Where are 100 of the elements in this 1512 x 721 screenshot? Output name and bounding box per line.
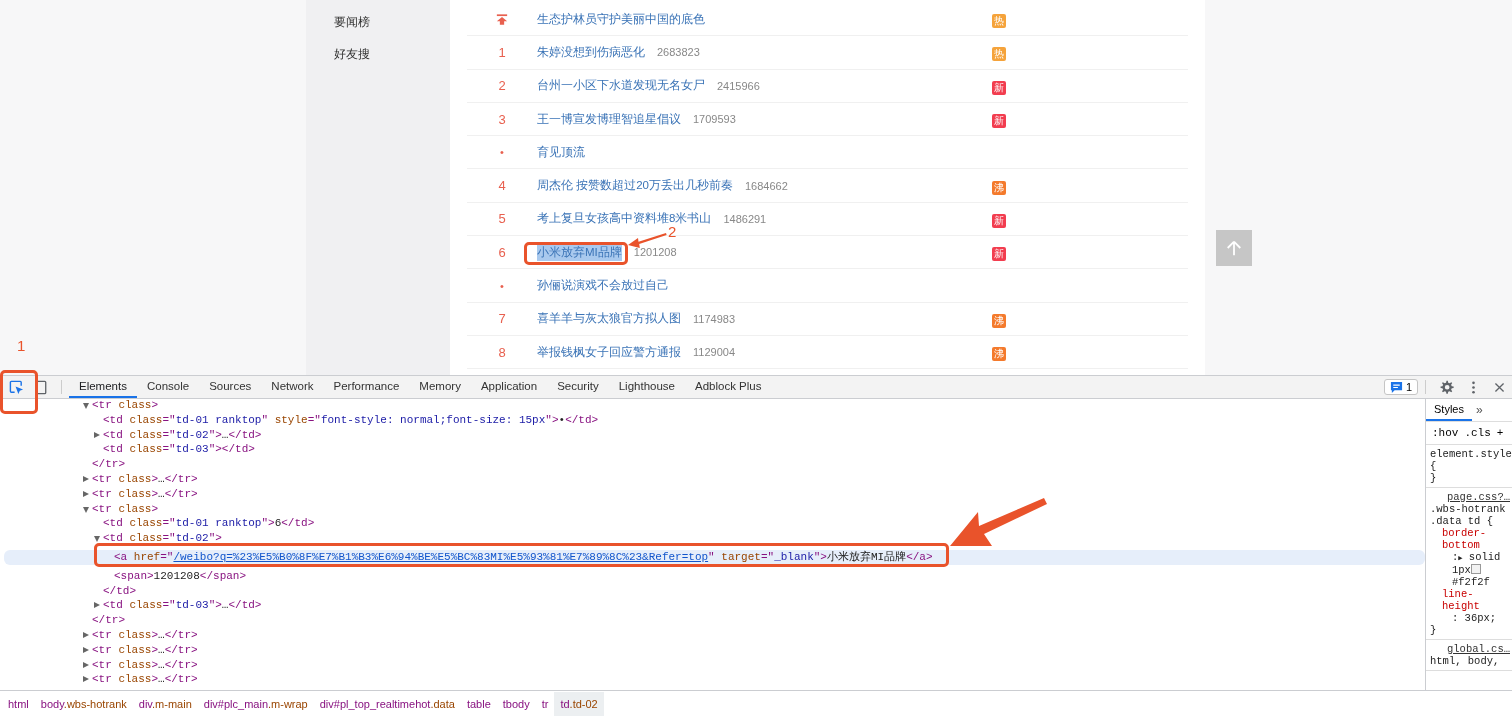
devtools-tab[interactable]: Application bbox=[470, 376, 548, 398]
color-swatch[interactable] bbox=[1470, 564, 1481, 574]
close-icon[interactable] bbox=[1493, 380, 1506, 394]
expand-toggle-icon[interactable] bbox=[83, 506, 89, 513]
css-brace: } bbox=[1430, 624, 1438, 636]
hot-badge: 新 bbox=[992, 80, 1006, 95]
stylesheet-link[interactable]: page.css?… bbox=[1430, 491, 1512, 503]
code-line[interactable]: <tr class>…</tr> bbox=[4, 486, 1425, 502]
rank-number: 4 bbox=[498, 178, 506, 194]
breadcrumb-item[interactable]: table bbox=[460, 691, 497, 716]
hot-badge: 热 bbox=[992, 14, 1006, 29]
hot-badge: 新 bbox=[992, 114, 1006, 129]
devtools-tab[interactable]: Memory bbox=[409, 376, 471, 398]
code-line[interactable]: <a href="/weibo?q=%23%E5%B0%8F%E7%B1%B3%E6%94%BE%E5%BC%83MI%E5%93%81%E7%89%8C%23&Refer=top" target="_blank">小米放弃MI品牌</a> bbox=[4, 549, 1425, 565]
expand-toggle-icon[interactable] bbox=[83, 661, 89, 668]
up-arrow-icon bbox=[1225, 239, 1243, 257]
topic-link[interactable]: 举报钱枫女子回应警方通报 bbox=[537, 343, 681, 361]
code-line[interactable]: <td class="td-03"></td> bbox=[4, 442, 1425, 458]
stylesheet-link[interactable]: global.cs… bbox=[1430, 643, 1512, 655]
code-line[interactable]: <tr class>…</tr> bbox=[4, 472, 1425, 487]
settings-icon[interactable] bbox=[1439, 379, 1454, 395]
breadcrumb-item[interactable]: body.wbs-hotrank bbox=[34, 691, 133, 716]
hot-badge: 沸 bbox=[992, 180, 1006, 195]
expand-toggle-icon[interactable] bbox=[83, 403, 89, 409]
css-property: border-bottom bbox=[1441, 527, 1488, 551]
sidebar-item[interactable]: 好友搜 bbox=[306, 39, 450, 71]
pinned-arrow-icon bbox=[496, 13, 508, 25]
topic-link[interactable]: 朱婷没想到伤病恶化 bbox=[537, 43, 645, 61]
devtools-tab[interactable]: Performance bbox=[323, 376, 410, 398]
sidebar-item[interactable]: 要闻榜 bbox=[306, 7, 450, 39]
rank-number: 1 bbox=[498, 44, 506, 60]
hot-badge: 新 bbox=[992, 247, 1006, 262]
breadcrumb-item[interactable]: tbody bbox=[496, 691, 536, 716]
code-line[interactable]: </td> bbox=[4, 583, 1425, 599]
heat-count: 1174983 bbox=[693, 312, 735, 325]
code-line[interactable]: <tr class> bbox=[4, 398, 1425, 413]
code-line[interactable]: <tr class>…</tr> bbox=[4, 657, 1425, 673]
hot-badge: 新 bbox=[992, 213, 1006, 228]
css-selector: .wbs-hotrank .data td { bbox=[1430, 503, 1507, 527]
code-line[interactable]: <td class="td-02"> bbox=[4, 531, 1425, 546]
topic-link[interactable]: 生态护林员守护美丽中国的底色 bbox=[537, 10, 705, 28]
code-line[interactable]: </tr> bbox=[4, 457, 1425, 472]
topic-link[interactable]: 育见顶流 bbox=[537, 143, 585, 161]
breadcrumb-item[interactable]: div.m-main bbox=[132, 691, 198, 716]
expand-toggle-icon[interactable] bbox=[83, 490, 89, 497]
code-line[interactable]: </tr> bbox=[4, 613, 1425, 628]
css-selector: element.style { bbox=[1430, 448, 1512, 472]
hot-badge: 沸 bbox=[992, 347, 1006, 362]
devtools-tab[interactable]: Lighthouse bbox=[608, 376, 685, 398]
expand-toggle-icon[interactable] bbox=[94, 602, 100, 609]
expand-toggle-icon[interactable] bbox=[94, 431, 100, 438]
styles-tab[interactable]: Styles bbox=[1426, 399, 1472, 421]
expand-toggle-icon[interactable] bbox=[83, 646, 89, 653]
devtools-tab[interactable]: Sources bbox=[199, 376, 262, 398]
heat-count: 2683823 bbox=[657, 46, 700, 59]
code-line[interactable]: <tr class>…</tr> bbox=[4, 627, 1425, 643]
css-value: : 36px; bbox=[1451, 612, 1498, 624]
code-line[interactable]: <td class="td-01 ranktop">6</td> bbox=[4, 516, 1425, 532]
topic-link[interactable]: 周杰伦 按赞数超过20万丢出几秒前奏 bbox=[537, 177, 733, 195]
devtools-tab[interactable]: Network bbox=[261, 376, 324, 398]
devtools-tab[interactable]: Elements bbox=[69, 376, 137, 398]
link[interactable]: /weibo?q=%23%E5%B0%8F%E7%B1%B3%E6%94%BE%E5%BC%83MI%E5%93%81%E7%89%8C%23&Refer=top bbox=[173, 550, 709, 563]
topic-link[interactable]: 王一博宣发博理智追星倡议 bbox=[537, 110, 681, 128]
expand-toggle-icon[interactable] bbox=[94, 536, 100, 543]
expand-toggle-icon[interactable] bbox=[83, 631, 89, 638]
more-tabs-button[interactable]: » bbox=[1471, 403, 1487, 417]
code-line[interactable]: <tr class>…</tr> bbox=[4, 672, 1425, 688]
issues-button[interactable]: 1 bbox=[1383, 379, 1418, 395]
code-line[interactable]: <td class="td-03">…</td> bbox=[4, 598, 1425, 614]
rank-dot: • bbox=[500, 279, 504, 292]
breadcrumb-item[interactable]: div#pl_top_realtimehot.data bbox=[313, 691, 461, 716]
devtools-tab[interactable]: Security bbox=[547, 376, 609, 398]
topic-link[interactable]: 喜羊羊与灰太狼官方拟人图 bbox=[537, 310, 681, 328]
rank-number: 5 bbox=[498, 211, 506, 227]
heat-count: 2415966 bbox=[717, 79, 760, 92]
annotation-arrow bbox=[626, 230, 668, 250]
devtools-tab[interactable]: Adblock Plus bbox=[685, 376, 772, 398]
code-line[interactable]: <span>1201208</span> bbox=[4, 568, 1425, 584]
expand-toggle-icon[interactable] bbox=[83, 676, 89, 683]
breadcrumb-item[interactable]: div#plc_main.m-wrap bbox=[197, 691, 314, 716]
expand-toggle-icon[interactable] bbox=[83, 476, 89, 482]
code-line[interactable]: <tr class>…</tr> bbox=[4, 642, 1425, 658]
css-brace: } bbox=[1430, 472, 1438, 484]
breadcrumb-item[interactable]: td.td-02 bbox=[554, 691, 604, 716]
rank-number: 2 bbox=[498, 78, 506, 94]
annotation-box bbox=[0, 370, 38, 414]
style-filter-button[interactable]: + bbox=[1496, 427, 1504, 439]
style-filter-button[interactable]: :hov bbox=[1432, 427, 1459, 439]
devtools-tab[interactable]: Console bbox=[136, 376, 200, 398]
heat-count: 1129004 bbox=[693, 346, 735, 359]
code-line[interactable]: <td class="td-02">…</td> bbox=[4, 427, 1425, 443]
hot-badge: 沸 bbox=[992, 313, 1006, 328]
topic-link[interactable]: 台州一小区下水道发现无名女尸 bbox=[537, 77, 705, 95]
breadcrumb-item[interactable]: tr bbox=[535, 691, 555, 716]
style-filter-button[interactable]: .cls bbox=[1464, 427, 1491, 439]
rank-number: 7 bbox=[498, 311, 506, 327]
breadcrumb-item[interactable]: html bbox=[2, 691, 35, 716]
code-line[interactable]: <tr class> bbox=[4, 501, 1425, 517]
topic-link[interactable]: 孙俪说演戏不会放过自己 bbox=[537, 277, 669, 294]
code-line[interactable]: <td class="td-01 ranktop" style="font-style: normal;font-size: 15px">•</td> bbox=[4, 412, 1425, 428]
